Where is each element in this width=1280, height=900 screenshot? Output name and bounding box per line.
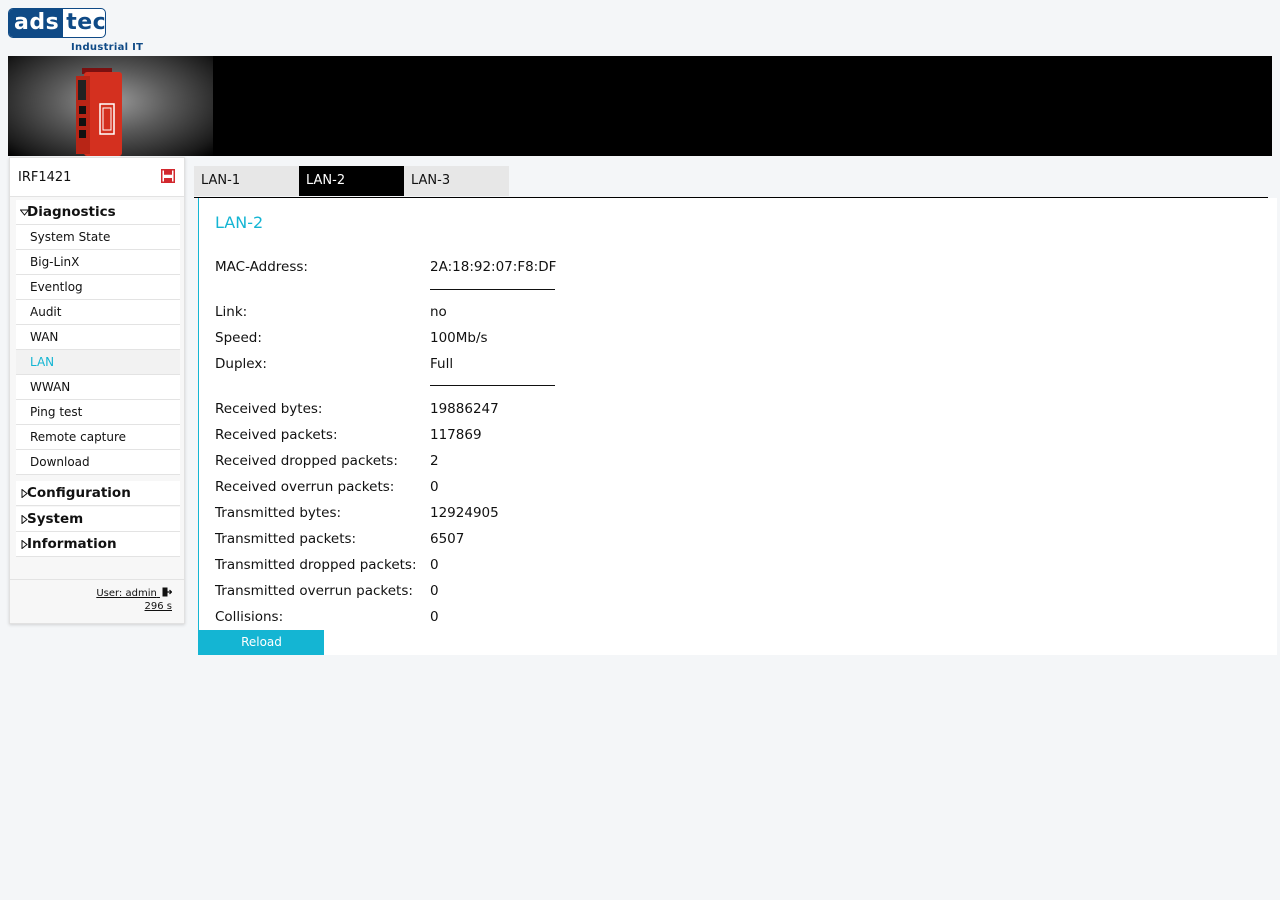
field-label-link: Link:: [215, 304, 248, 320]
sidebar-item-audit[interactable]: Audit: [16, 300, 180, 325]
reload-button[interactable]: Reload: [199, 630, 324, 655]
sidebar-item-label: Download: [30, 455, 90, 469]
field-value-tx-dropped: 0: [430, 557, 439, 573]
field-label-tx-overrun: Transmitted overrun packets:: [215, 583, 413, 599]
sidebar-item-remote-capture[interactable]: Remote capture: [16, 425, 180, 450]
logo-tec: tec: [66, 10, 106, 35]
sidebar-item-label: LAN: [30, 355, 55, 369]
field-label-speed: Speed:: [215, 330, 262, 346]
field-separator: [430, 289, 555, 290]
content-panel: LAN-2 MAC-Address: 2A:18:92:07:F8:DF Lin…: [198, 198, 1277, 655]
field-value-speed: 100Mb/s: [430, 330, 488, 346]
user-logout-link[interactable]: User: admin: [96, 587, 172, 599]
field-value-rx-overrun: 0: [430, 479, 439, 495]
sidebar-item-label: Big-LinX: [30, 255, 80, 269]
field-label-rx-packets: Received packets:: [215, 427, 338, 443]
user-label: User: admin: [96, 588, 157, 599]
sidebar-divider: [10, 579, 184, 580]
adstec-logo: ads tec Industrial IT: [8, 8, 143, 54]
field-label-rx-overrun: Received overrun packets:: [215, 479, 395, 495]
nav-section-label: Configuration: [27, 485, 131, 501]
sidebar-item-big-linx[interactable]: Big-LinX: [16, 250, 180, 275]
device-header: IRF1421: [10, 158, 184, 197]
sidebar-item-label: Audit: [30, 305, 62, 319]
sidebar-item-wwan[interactable]: WWAN: [16, 375, 180, 400]
sidebar-item-download[interactable]: Download: [16, 450, 180, 475]
field-label-duplex: Duplex:: [215, 356, 267, 372]
field-label-collisions: Collisions:: [215, 609, 284, 625]
tab-label: LAN-2: [306, 173, 346, 188]
field-label-rx-dropped: Received dropped packets:: [215, 453, 398, 469]
router-device-image: [76, 68, 122, 156]
field-label-mac: MAC-Address:: [215, 259, 308, 275]
field-value-link: no: [430, 304, 447, 320]
tab-label: LAN-1: [201, 173, 241, 188]
tab-lan-1[interactable]: LAN-1: [194, 166, 299, 196]
sidebar-item-label: WAN: [30, 330, 59, 344]
nav-section-label: System: [27, 511, 84, 527]
field-label-tx-packets: Transmitted packets:: [215, 531, 357, 547]
sidebar-item-wan[interactable]: WAN: [16, 325, 180, 350]
logo-tagline: Industrial IT: [71, 42, 144, 53]
field-label-rx-bytes: Received bytes:: [215, 401, 323, 417]
nav-section-configuration[interactable]: Configuration: [16, 481, 180, 506]
nav-section-diagnostics[interactable]: Diagnostics: [16, 200, 180, 225]
nav-section-information[interactable]: Information: [16, 532, 180, 557]
sidebar-item-ping-test[interactable]: Ping test: [16, 400, 180, 425]
logo-ads: ads: [9, 9, 64, 37]
sidebar-item-label: WWAN: [30, 380, 71, 394]
sidebar-item-lan[interactable]: LAN: [16, 350, 180, 375]
field-value-rx-bytes: 19886247: [430, 401, 499, 417]
field-value-mac: 2A:18:92:07:F8:DF: [430, 259, 557, 275]
sidebar-item-label: Eventlog: [30, 280, 83, 294]
tab-label: LAN-3: [411, 173, 451, 188]
save-icon[interactable]: [161, 169, 175, 183]
logout-icon: [162, 587, 172, 597]
sidebar-item-system-state[interactable]: System State: [16, 225, 180, 250]
tab-lan-3[interactable]: LAN-3: [404, 166, 509, 196]
device-name: IRF1421: [18, 170, 72, 185]
lan-tabs: LAN-1 LAN-2 LAN-3: [194, 166, 1268, 198]
field-value-rx-packets: 117869: [430, 427, 482, 443]
nav-section-label: Information: [27, 536, 117, 552]
header-banner: [8, 56, 1272, 156]
nav-section-system[interactable]: System: [16, 507, 180, 532]
sidebar-item-eventlog[interactable]: Eventlog: [16, 275, 180, 300]
field-value-tx-packets: 6507: [430, 531, 465, 547]
sidebar-item-label: System State: [30, 230, 111, 244]
session-info: User: admin 296 s: [96, 587, 172, 613]
tab-lan-2[interactable]: LAN-2: [299, 166, 404, 196]
field-separator: [430, 385, 555, 386]
logo-wordmark: ads tec: [8, 8, 106, 38]
field-label-tx-dropped: Transmitted dropped packets:: [215, 557, 417, 573]
field-value-duplex: Full: [430, 356, 454, 372]
sidebar-item-label: Remote capture: [30, 430, 127, 444]
nav-section-label: Diagnostics: [27, 204, 116, 220]
field-value-collisions: 0: [430, 609, 439, 625]
panel-title: LAN-2: [215, 213, 264, 232]
field-label-tx-bytes: Transmitted bytes:: [215, 505, 342, 521]
sidebar: IRF1421 Diagnostics System State Big-Lin…: [9, 157, 185, 624]
field-value-tx-bytes: 12924905: [430, 505, 499, 521]
sidebar-item-label: Ping test: [30, 405, 83, 419]
field-value-tx-overrun: 0: [430, 583, 439, 599]
field-value-rx-dropped: 2: [430, 453, 439, 469]
session-timer[interactable]: 296 s: [145, 601, 172, 612]
